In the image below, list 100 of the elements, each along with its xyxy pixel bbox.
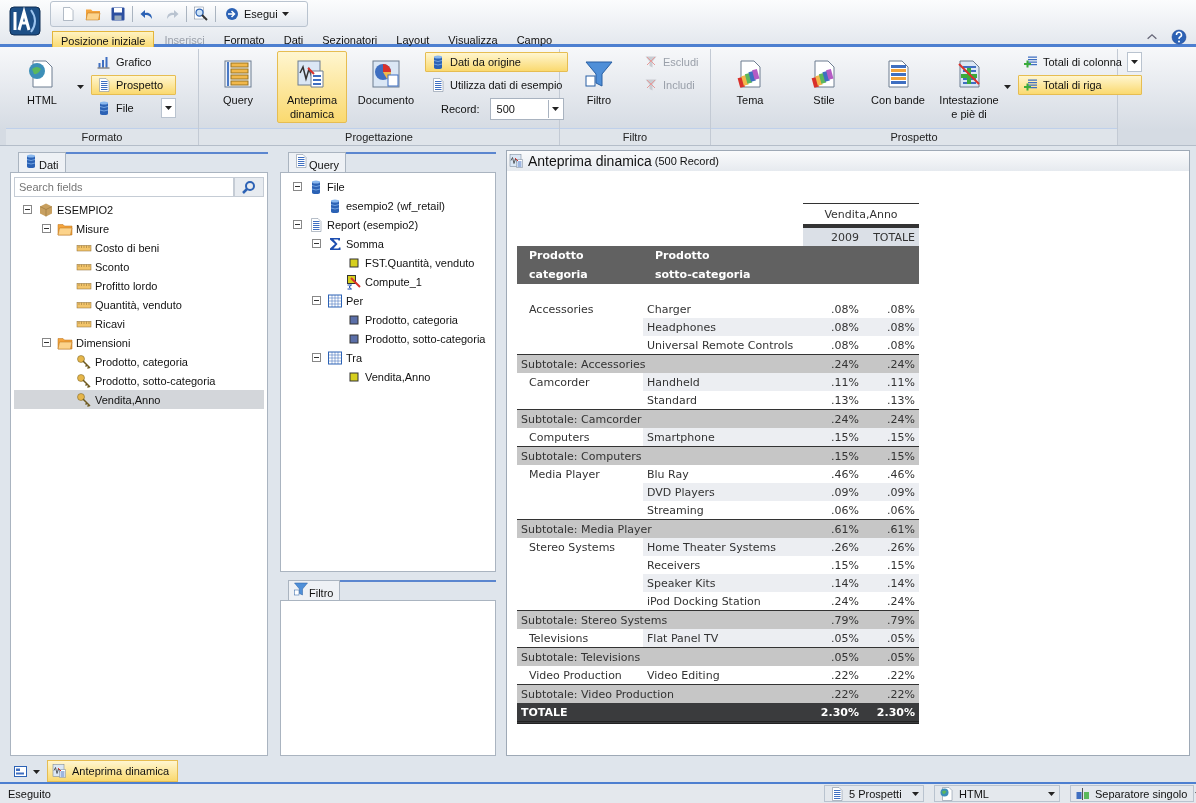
table-cell: .08% xyxy=(831,320,859,334)
document-icon xyxy=(308,216,324,233)
table-cell: Camcorder xyxy=(529,375,590,389)
collapse-icon[interactable] xyxy=(41,224,51,233)
ribbon-button[interactable]: File xyxy=(91,98,161,118)
ribbon-button[interactable]: Stile xyxy=(789,51,859,123)
tree-item[interactable]: Tra xyxy=(327,349,363,366)
ribbon-button[interactable]: Grafico xyxy=(91,52,176,72)
tree-item[interactable]: Dimensioni xyxy=(57,334,131,351)
table-cell: Standard xyxy=(647,393,698,407)
status-dropdown[interactable]: HTML xyxy=(934,785,1060,802)
table-cell: .61% xyxy=(831,522,859,536)
status-message: Eseguito xyxy=(8,787,51,800)
tree-item[interactable]: Somma xyxy=(327,235,384,252)
collapse-icon[interactable] xyxy=(311,296,321,305)
table-cell: .15% xyxy=(831,430,859,444)
table-cell: .26% xyxy=(887,540,915,554)
menu-tab[interactable]: Visualizza xyxy=(439,31,507,49)
tree-item[interactable]: Vendita,Anno xyxy=(346,368,431,385)
tree-item[interactable]: Misure xyxy=(57,220,109,237)
panel-tab[interactable]: Filtro xyxy=(288,580,341,600)
tree-item[interactable]: Report (esempio2) xyxy=(308,216,419,233)
collapse-icon[interactable] xyxy=(292,220,302,229)
column-header: 2009 xyxy=(803,226,863,246)
ribbon-button[interactable]: Intestazione e piè di xyxy=(937,51,1001,123)
table-cell: 2.30% xyxy=(876,705,915,719)
tree-item[interactable]: Prodotto, sotto-categoria xyxy=(346,330,486,347)
tree-item[interactable]: ESEMPIO2 xyxy=(38,201,114,218)
menu-tab[interactable]: Formato xyxy=(214,31,274,49)
collapse-icon[interactable] xyxy=(292,182,302,191)
table-cell: .08% xyxy=(887,338,915,352)
ribbon-button[interactable]: HTML xyxy=(10,51,74,123)
document-icon xyxy=(829,785,845,802)
total-label: TOTALE xyxy=(521,705,568,719)
table-cell: .15% xyxy=(887,430,915,444)
table-cell: Receivers xyxy=(647,558,701,572)
menu-tab[interactable]: Sezionatori xyxy=(313,31,387,49)
ribbon-button[interactable]: Con bande xyxy=(863,51,933,123)
table-cell: iPod Docking Station xyxy=(647,594,761,608)
tree-item[interactable]: File xyxy=(308,178,345,195)
table-cell: Blu Ray xyxy=(647,467,689,481)
status-dropdown[interactable]: Separatore singolo xyxy=(1070,785,1194,802)
tree-item[interactable]: FST.Quantità, venduto xyxy=(346,254,475,271)
table-cell: .24% xyxy=(831,357,859,371)
document-tab[interactable]: Anteprima dinamica xyxy=(47,760,179,782)
cube-icon xyxy=(38,201,54,218)
preview-icon xyxy=(52,763,68,779)
table-cell: .46% xyxy=(831,467,859,481)
search-button[interactable] xyxy=(234,177,264,197)
ribbon-button[interactable]: Tema xyxy=(715,51,785,123)
app-logo[interactable] xyxy=(8,5,42,37)
record-combo[interactable]: 500 xyxy=(489,98,564,120)
tree-item[interactable]: Prodotto, sotto-categoria xyxy=(76,372,216,389)
record-label: Record: xyxy=(441,103,480,115)
table-cell: .13% xyxy=(887,393,915,407)
caret-icon xyxy=(165,106,172,110)
help-button[interactable] xyxy=(1168,27,1190,47)
table-cell: Home Theater Systems xyxy=(647,540,777,554)
tree-item[interactable]: Compute_1 xyxy=(346,273,422,290)
tree-item[interactable]: Prodotto, categoria xyxy=(346,311,458,328)
menu-tab[interactable]: Campo xyxy=(507,31,562,49)
table-cell: .05% xyxy=(831,650,859,664)
menu-tab[interactable]: Dati xyxy=(274,31,313,49)
tree-item[interactable]: Per xyxy=(327,292,364,309)
tree-item[interactable]: Costo di beni xyxy=(76,239,160,256)
ribbon-button[interactable]: Anteprima dinamica xyxy=(277,51,347,123)
list-icon xyxy=(222,58,254,90)
table-cell: .11% xyxy=(831,375,859,389)
column-header: Prodotto categoria xyxy=(517,246,643,284)
ribbon-button[interactable]: Prospetto xyxy=(91,75,176,95)
tree-item[interactable]: esempio2 (wf_retail) xyxy=(327,197,446,214)
table-cell: Media Player xyxy=(529,467,600,481)
ribbon-button[interactable]: Query xyxy=(203,51,273,123)
search-field[interactable]: Search fields xyxy=(14,177,234,197)
table-cell: .79% xyxy=(887,613,915,627)
ribbon-button[interactable]: Dati da origine xyxy=(425,52,568,72)
tree-item[interactable]: Ricavi xyxy=(76,315,125,332)
collapse-icon[interactable] xyxy=(41,338,51,347)
menu-tab[interactable]: Layout xyxy=(387,31,439,49)
logo-icon xyxy=(9,6,41,36)
caret-icon xyxy=(1130,60,1138,64)
caret-icon xyxy=(1048,791,1055,796)
tree-item[interactable]: Prodotto, categoria xyxy=(76,353,188,370)
ribbon-button[interactable]: Documento xyxy=(351,51,421,123)
ribbon-button[interactable]: Totali di colonna xyxy=(1018,52,1127,72)
status-dropdown[interactable]: 5 Prospetti xyxy=(824,785,924,802)
table-cell: .08% xyxy=(887,302,915,316)
ribbon-button[interactable]: Totali di riga xyxy=(1018,75,1142,95)
collapse-icon[interactable] xyxy=(311,353,321,362)
table-cell: .08% xyxy=(831,338,859,352)
subtotal-label: Subtotale: Accessories xyxy=(521,357,646,371)
collapse-icon[interactable] xyxy=(22,205,32,214)
tree-item[interactable]: Profitto lordo xyxy=(76,277,158,294)
panel-tab[interactable]: Dati xyxy=(18,152,66,172)
table-cell: .15% xyxy=(887,449,915,463)
panel-tab[interactable]: Query xyxy=(288,152,346,172)
table-cell: .14% xyxy=(831,576,859,590)
tree-item[interactable]: Quantità, venduto xyxy=(76,296,182,313)
tree-item[interactable]: Sconto xyxy=(76,258,130,275)
collapse-icon[interactable] xyxy=(311,239,321,248)
